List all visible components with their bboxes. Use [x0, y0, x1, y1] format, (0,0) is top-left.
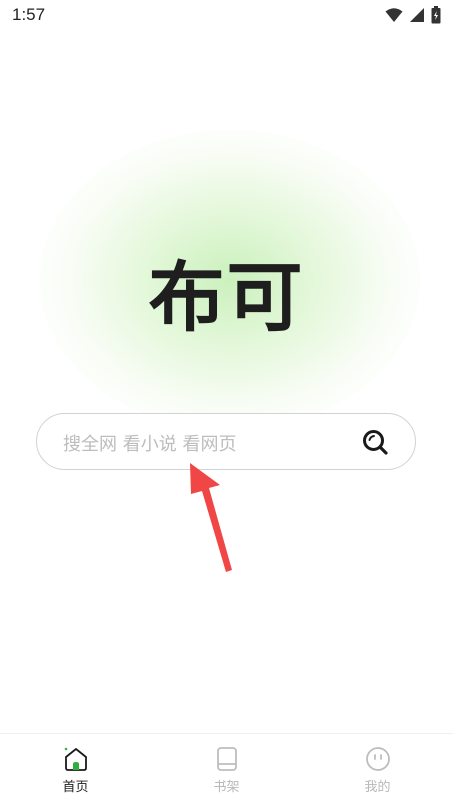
- nav-item-profile[interactable]: 我的: [302, 734, 453, 805]
- search-placeholder: 搜全网 看小说 看网页: [63, 434, 237, 455]
- nav-label-home: 首页: [62, 780, 89, 795]
- status-icons: [385, 6, 441, 24]
- wifi-icon: [385, 8, 403, 22]
- signal-icon: [410, 8, 424, 22]
- status-time: 1:57: [12, 5, 46, 24]
- bookshelf-icon: [216, 747, 237, 771]
- app-logo: 布可: [148, 253, 305, 342]
- nav-label-profile: 我的: [364, 780, 391, 795]
- nav-label-bookshelf: 书架: [213, 780, 240, 795]
- battery-icon: [431, 6, 441, 24]
- home-screen: 1:57 布可 搜全网 看小说 看网页 首页 书架 我的: [0, 0, 453, 805]
- profile-icon: [365, 747, 390, 771]
- arrow-annotation: [190, 463, 232, 572]
- nav-item-bookshelf[interactable]: 书架: [151, 734, 302, 805]
- status-bar: 1:57: [0, 0, 453, 32]
- home-icon: [64, 747, 87, 771]
- search-icon[interactable]: [361, 428, 389, 456]
- nav-item-home[interactable]: 首页: [0, 734, 151, 805]
- bottom-nav: 首页 书架 我的: [0, 733, 453, 805]
